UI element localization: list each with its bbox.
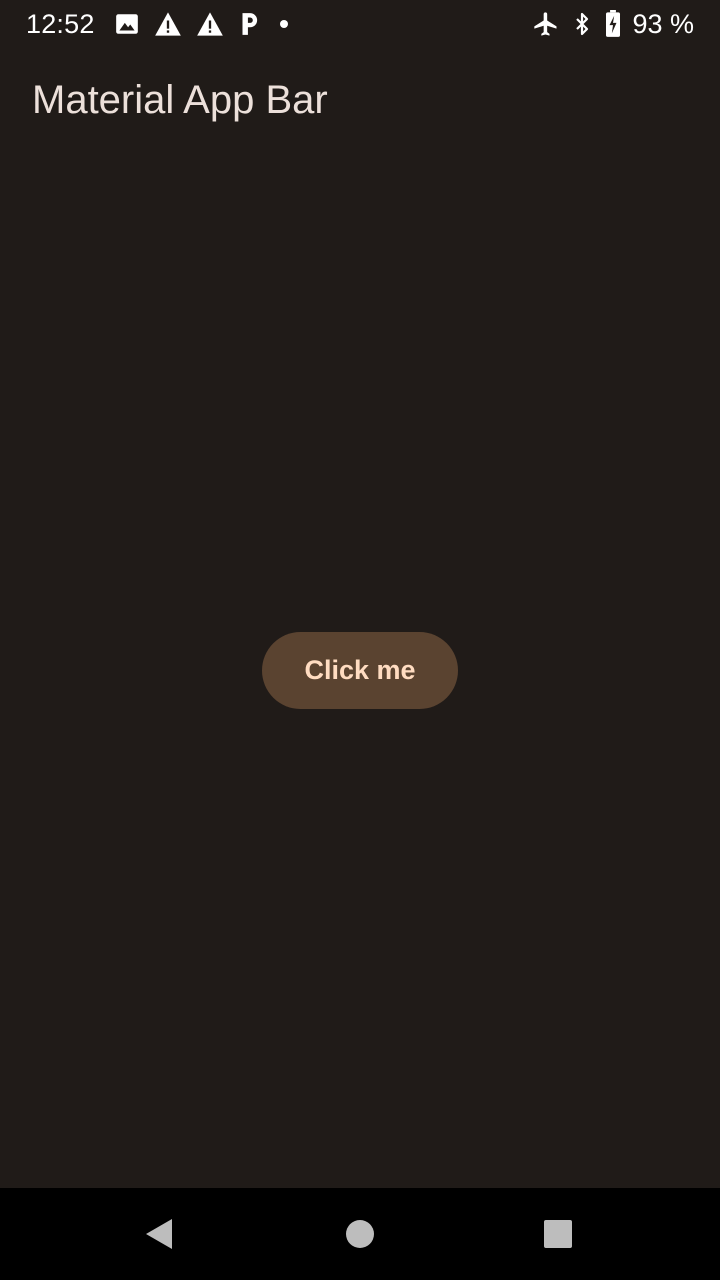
app-bar-title: Material App Bar (32, 78, 328, 122)
home-button[interactable] (334, 1208, 386, 1260)
status-bar: 12:52 93 % (0, 0, 720, 48)
parking-icon (238, 11, 260, 37)
status-system-icons: 93 % (532, 6, 694, 42)
back-icon (146, 1219, 172, 1249)
status-notification-icons (114, 8, 294, 40)
warning-icon (154, 11, 182, 37)
status-time: 12:52 (26, 9, 95, 39)
home-icon (346, 1220, 374, 1248)
battery-charging-icon (604, 10, 622, 38)
recents-icon (544, 1220, 572, 1248)
back-button[interactable] (134, 1208, 186, 1260)
main-content: Click me (0, 152, 720, 1188)
bluetooth-icon (570, 10, 594, 38)
warning-icon (196, 11, 224, 37)
navigation-bar (0, 1188, 720, 1280)
screen: 12:52 93 % Material App Bar Click me (0, 0, 720, 1280)
dot-icon (274, 11, 294, 37)
airplane-icon (532, 10, 560, 38)
recents-button[interactable] (532, 1208, 584, 1260)
image-icon (114, 11, 140, 37)
app-bar: Material App Bar (0, 48, 720, 152)
battery-percent: 93 % (632, 9, 694, 39)
click-me-button[interactable]: Click me (262, 632, 458, 709)
